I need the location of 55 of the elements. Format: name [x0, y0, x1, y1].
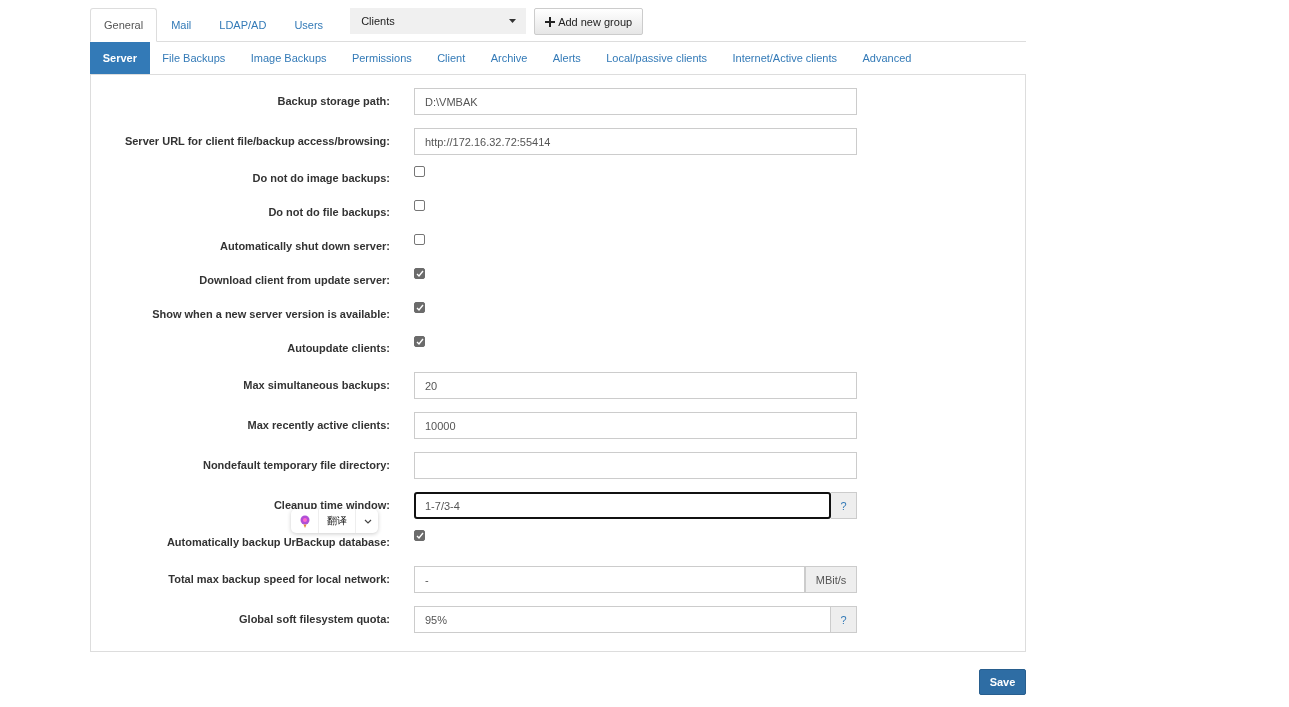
tab[interactable]: Alerts [540, 42, 594, 74]
field-label: Autoupdate clients: [286, 341, 391, 354]
group-select[interactable]: Clients [350, 8, 527, 34]
save-button[interactable]: Save [979, 669, 1026, 695]
tab[interactable]: Internet/Active clients [719, 42, 850, 74]
input-field[interactable]: 20 [414, 372, 857, 399]
tab[interactable]: Image Backups [238, 42, 340, 74]
input-field[interactable]: http://172.16.32.72:55414 [414, 128, 857, 155]
field-label: Server URL for client file/backup access/browsing: [123, 134, 391, 147]
tab[interactable]: Users [280, 8, 338, 41]
tab[interactable]: Permissions [339, 42, 425, 74]
input-field[interactable]: D:\VMBAK [414, 88, 857, 115]
checkbox[interactable] [414, 234, 425, 245]
field-label: Max simultaneous backups: [242, 378, 391, 391]
tab[interactable]: Server [90, 42, 150, 74]
field-label: Max recently active clients: [246, 418, 391, 431]
field-label: Global soft filesystem quota: [238, 612, 391, 625]
caret-icon [509, 19, 517, 23]
field-label: Cleanup time window: [272, 498, 391, 511]
tab[interactable]: Client [424, 42, 478, 74]
checkbox[interactable] [414, 302, 425, 313]
tab[interactable]: LDAP/AD [205, 8, 281, 41]
checkbox[interactable] [414, 268, 425, 279]
unit-label: MBit/s [805, 566, 857, 593]
input-field[interactable]: - [414, 566, 805, 593]
field-label: Automatically shut down server: [219, 239, 391, 252]
input-field[interactable]: 10000 [414, 412, 857, 439]
plus-icon [545, 16, 556, 27]
input-field[interactable]: 95% [414, 606, 831, 633]
tab[interactable]: File Backups [149, 42, 238, 74]
tab[interactable]: Mail [157, 8, 206, 41]
field-label: Backup storage path: [276, 94, 391, 107]
field-label: Do not do file backups: [267, 205, 391, 218]
add-group-button[interactable]: Add new group [534, 8, 644, 35]
chevron-icon[interactable] [364, 518, 372, 524]
input-field[interactable]: 1-7/3-4 [414, 492, 831, 519]
help-button[interactable]: ? [831, 606, 857, 633]
field-label: Do not do image backups: [251, 171, 391, 184]
checkbox[interactable] [414, 336, 425, 347]
field-label: Show when a new server version is available: [151, 307, 391, 320]
checkbox[interactable] [414, 530, 425, 541]
checkbox[interactable] [414, 200, 425, 211]
input-field[interactable] [414, 452, 857, 479]
tab[interactable]: General [90, 8, 158, 42]
bulb-icon[interactable] [300, 514, 310, 528]
field-label: Nondefault temporary file directory: [201, 458, 391, 471]
field-label: Download client from update server: [198, 273, 391, 286]
tab[interactable]: Advanced [849, 42, 925, 74]
help-button[interactable]: ? [831, 492, 857, 519]
field-label: Total max backup speed for local network: [167, 572, 391, 585]
tab[interactable]: Archive [478, 42, 541, 74]
checkbox[interactable] [414, 166, 425, 177]
translate-button[interactable]: 翻译 [327, 514, 347, 528]
tab[interactable]: Local/passive clients [593, 42, 720, 74]
field-label: Automatically backup UrBackup database: [165, 535, 391, 548]
